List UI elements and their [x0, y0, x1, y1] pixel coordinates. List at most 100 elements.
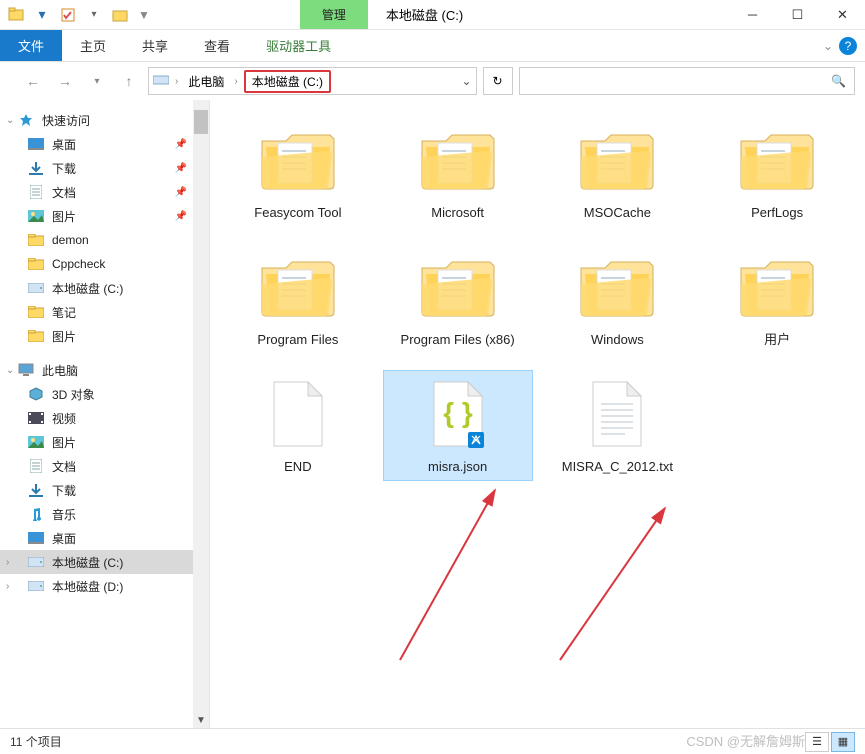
navigation-pane[interactable]: ⌄快速访问桌面📌下载📌 文档 📌 图片📌demon Cppcheck 本地磁盘 (C:) 笔…	[0, 100, 210, 728]
tree-item[interactable]: 桌面📌	[0, 132, 209, 156]
tree-label: 下载	[52, 482, 76, 499]
tree-label: 本地磁盘 (C:)	[52, 554, 123, 571]
tree-item[interactable]: ›本地磁盘 (C:)	[0, 550, 209, 574]
qat-overflow-icon[interactable]: ▼	[138, 8, 150, 22]
tree-label: 图片	[52, 434, 76, 451]
tree-label: 文档	[52, 184, 76, 201]
window-title: 本地磁盘 (C:)	[386, 5, 463, 24]
tree-item[interactable]: 图片📌	[0, 204, 209, 228]
content-area[interactable]: Feasycom ToolMicrosoftMSOCachePerfLogs Pr…	[210, 100, 865, 728]
tree-item[interactable]: 本地磁盘 (C:)	[0, 276, 209, 300]
tree-label: 快速访问	[42, 112, 90, 129]
qat-dropdown2-icon[interactable]: ▾	[84, 5, 104, 25]
tree-label: 桌面	[52, 530, 76, 547]
tree-label: 本地磁盘 (D:)	[52, 578, 123, 595]
quick-access-toolbar: ▾ ▾ ▼	[0, 5, 150, 25]
desktop-icon	[28, 136, 44, 152]
manage-tab[interactable]: 管理	[300, 0, 368, 29]
drive-icon	[28, 280, 44, 296]
drive-tools-tab[interactable]: 驱动器工具	[248, 30, 349, 61]
file-item[interactable]: MSOCache	[542, 116, 692, 227]
tree-item[interactable]: 笔记	[0, 300, 209, 324]
file-label: misra.json	[428, 459, 487, 476]
tree-item[interactable]: Cppcheck	[0, 252, 209, 276]
tree-label: 图片	[52, 208, 76, 225]
quick-access-root[interactable]: ⌄快速访问	[0, 108, 209, 132]
tree-label: 本地磁盘 (C:)	[52, 280, 123, 297]
up-button[interactable]: ↑	[116, 68, 142, 94]
minimize-button[interactable]: ─	[730, 0, 775, 30]
tree-item[interactable]: 3D 对象	[0, 382, 209, 406]
file-label: Windows	[591, 332, 644, 349]
recent-dropdown[interactable]: ▾	[84, 68, 110, 94]
file-item[interactable]: { } misra.json	[383, 370, 533, 481]
tree-label: Cppcheck	[52, 257, 105, 271]
sidebar-scrollbar[interactable]: ▼	[193, 100, 209, 728]
file-label: Program Files (x86)	[401, 332, 515, 349]
close-button[interactable]: ✕	[820, 0, 865, 30]
share-tab[interactable]: 共享	[124, 30, 186, 61]
this-pc-root[interactable]: ⌄此电脑	[0, 358, 209, 382]
tree-item[interactable]: 下载	[0, 478, 209, 502]
file-item[interactable]: MISRA_C_2012.txt	[542, 370, 692, 481]
tree-item[interactable]: 下载📌	[0, 156, 209, 180]
tree-label: 笔记	[52, 304, 76, 321]
details-view-button[interactable]: ☰	[805, 732, 829, 752]
tree-item[interactable]: ›本地磁盘 (D:)	[0, 574, 209, 598]
scrollbar-down-icon[interactable]: ▼	[193, 712, 209, 728]
view-tab[interactable]: 查看	[186, 30, 248, 61]
crumb-sep-icon[interactable]: ›	[175, 76, 178, 87]
crumb-drive[interactable]: 本地磁盘 (C:)	[244, 70, 331, 93]
star-icon	[18, 112, 34, 128]
file-blank-icon	[250, 375, 346, 455]
file-item[interactable]: PerfLogs	[702, 116, 852, 227]
search-box[interactable]: 🔍	[519, 67, 856, 95]
window-controls: ─ ☐ ✕	[730, 0, 865, 30]
tree-item[interactable]: 音乐	[0, 502, 209, 526]
tree-item[interactable]: 文档 📌	[0, 180, 209, 204]
file-item[interactable]: Feasycom Tool	[223, 116, 373, 227]
forward-button[interactable]: →	[52, 68, 78, 94]
help-icon[interactable]: ?	[839, 37, 857, 55]
home-tab[interactable]: 主页	[62, 30, 124, 61]
file-text-icon	[569, 375, 665, 455]
crumb-this-pc[interactable]: 此电脑	[184, 71, 228, 92]
file-label: MISRA_C_2012.txt	[562, 459, 673, 476]
file-item[interactable]: END	[223, 370, 373, 481]
file-item[interactable]: Program Files	[223, 243, 373, 354]
file-item[interactable]: 用户	[702, 243, 852, 354]
tree-label: 图片	[52, 328, 76, 345]
maximize-button[interactable]: ☐	[775, 0, 820, 30]
address-dropdown-icon[interactable]: ⌄	[461, 74, 471, 88]
folder-icon	[729, 248, 825, 328]
folder-qat-icon[interactable]	[110, 5, 130, 25]
refresh-button[interactable]: ↻	[483, 67, 513, 95]
folder-icon	[410, 248, 506, 328]
drive-icon	[28, 554, 44, 570]
tree-item[interactable]: 视频	[0, 406, 209, 430]
properties-icon[interactable]	[58, 5, 78, 25]
file-item[interactable]: Windows	[542, 243, 692, 354]
tree-item[interactable]: 图片	[0, 324, 209, 348]
folder-icon	[28, 232, 44, 248]
file-item[interactable]: Microsoft	[383, 116, 533, 227]
back-button[interactable]: ←	[20, 68, 46, 94]
crumb-sep-icon[interactable]: ›	[234, 76, 237, 87]
file-item[interactable]: Program Files (x86)	[383, 243, 533, 354]
ribbon-expand-icon[interactable]: ⌄	[823, 39, 833, 53]
qat-dropdown-icon[interactable]: ▾	[32, 5, 52, 25]
file-json-icon: { }	[410, 375, 506, 455]
tree-item[interactable]: 文档	[0, 454, 209, 478]
tree-item[interactable]: 图片	[0, 430, 209, 454]
file-tab[interactable]: 文件	[0, 30, 62, 61]
folder-icon	[250, 121, 346, 201]
scrollbar-thumb[interactable]	[194, 110, 208, 134]
tree-item[interactable]: demon	[0, 228, 209, 252]
pin-icon: 📌	[175, 187, 187, 198]
address-bar[interactable]: › 此电脑 › 本地磁盘 (C:) ⌄	[148, 67, 477, 95]
tree-item[interactable]: 桌面	[0, 526, 209, 550]
icons-view-button[interactable]: ▦	[831, 732, 855, 752]
tree-label: 桌面	[52, 136, 76, 153]
picture-icon	[28, 434, 44, 450]
drive-crumb-icon	[153, 74, 169, 89]
